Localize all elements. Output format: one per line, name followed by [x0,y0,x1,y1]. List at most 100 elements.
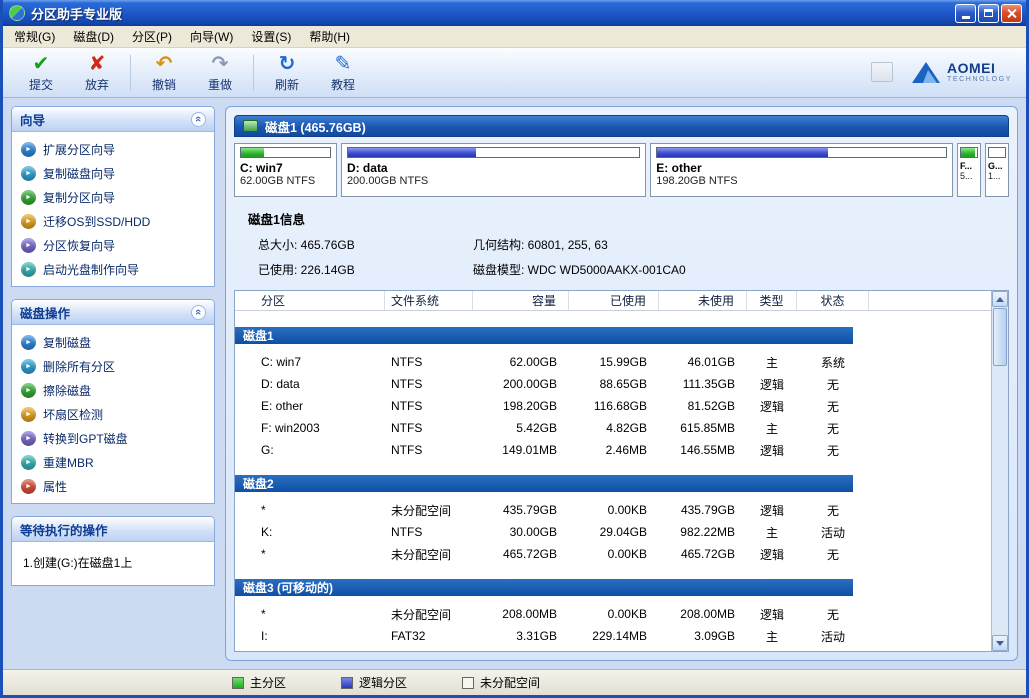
collapse-chevron-icon[interactable] [191,112,206,127]
toolbar-button[interactable]: ↻ 刷新 [259,50,315,96]
sidebar-item-label: 复制磁盘向导 [43,165,115,182]
sidebar-item-label: 复制磁盘 [43,334,91,351]
disk-group-header[interactable]: 磁盘3 (可移动的) [235,579,853,596]
sidebar-item-label: 启动光盘制作向导 [43,261,139,278]
partition-row[interactable]: C: win7 NTFS 62.00GB 15.99GB 46.01GB 主 系… [235,351,991,373]
vertical-scrollbar[interactable] [991,291,1008,651]
sidebar-item-icon [21,262,36,277]
sidebar-item-icon [21,238,36,253]
partition-block[interactable]: F... 5... [957,143,981,197]
sidebar-item-icon [21,214,36,229]
scroll-up-button[interactable] [992,291,1008,307]
pending-operations-items: 1.创建(G:)在磁盘1上 [12,542,214,585]
column-header[interactable]: 已使用 [569,291,659,310]
table-body: 磁盘1 C: win7 NTFS 62.00GB 15.99GB 46.01GB… [235,311,991,651]
partition-row[interactable]: G: NTFS 149.01MB 2.46MB 146.55MB 逻辑 无 [235,439,991,461]
disk-operations-panel-header[interactable]: 磁盘操作 [12,300,214,325]
pending-operation[interactable]: 1.创建(G:)在磁盘1上 [15,547,211,580]
column-header[interactable]: 分区 [235,291,385,310]
toolbar-button[interactable]: ✘ 放弃 [69,50,125,96]
pending-operations-panel-header[interactable]: 等待执行的操作 [12,517,214,542]
toolbar-button[interactable]: ✎ 教程 [315,50,371,96]
app-window: 分区助手专业版 常规(G)磁盘(D)分区(P)向导(W)设置(S)帮助(H) ✔… [0,0,1029,698]
sidebar-item[interactable]: 删除所有分区 [15,354,211,378]
menu-item[interactable]: 帮助(H) [300,25,359,48]
usage-bar [988,147,1006,158]
sidebar-item[interactable]: 擦除磁盘 [15,378,211,402]
toolbar-button[interactable]: ↷ 重做 [192,50,248,96]
partition-row[interactable]: F: win2003 NTFS 5.42GB 4.82GB 615.85MB 主… [235,417,991,439]
column-header[interactable] [869,291,991,310]
disk-info-title: 磁盘1信息 [248,209,995,228]
sidebar-item[interactable]: 复制分区向导 [15,185,211,209]
aomei-logo: AOMEI TECHNOLOGY [911,61,1012,84]
usage-bar [656,147,947,158]
sidebar-item-icon [21,335,36,350]
sidebar-item[interactable]: 复制磁盘 [15,330,211,354]
menu-item[interactable]: 向导(W) [181,25,242,48]
minimize-button[interactable] [955,4,976,23]
commit-icon: ✔ [33,52,50,76]
partition-block[interactable]: C: win7 62.00GB NTFS [234,143,337,197]
sidebar-item-icon [21,383,36,398]
pending-operations-panel-title: 等待执行的操作 [20,520,206,539]
partition-block[interactable]: D: data 200.00GB NTFS [341,143,646,197]
wizard-panel-header[interactable]: 向导 [12,107,214,132]
column-header[interactable]: 文件系统 [385,291,473,310]
sidebar-item[interactable]: 启动光盘制作向导 [15,257,211,281]
sidebar-item-icon [21,190,36,205]
wizard-panel-title: 向导 [20,110,185,129]
partition-block[interactable]: E: other 198.20GB NTFS [650,143,953,197]
scrollbar-thumb[interactable] [993,308,1007,366]
disk-group-header[interactable]: 磁盘1 [235,327,853,344]
partition-name: G... [988,161,1006,171]
disk1-strip-header[interactable]: 磁盘1 (465.76GB) [234,115,1009,137]
logo-name: AOMEI [947,61,1012,76]
sidebar-item[interactable]: 分区恢复向导 [15,233,211,257]
collapse-chevron-icon[interactable] [191,305,206,320]
toolbar-button[interactable]: ↶ 撤销 [136,50,192,96]
partition-row[interactable]: E: other NTFS 198.20GB 116.68GB 81.52GB … [235,395,991,417]
menu-item[interactable]: 设置(S) [242,25,300,48]
partition-row[interactable]: * 未分配空间 465.72GB 0.00KB 465.72GB 逻辑 无 [235,543,991,565]
sidebar-item[interactable]: 属性 [15,474,211,498]
maximize-button[interactable] [978,4,999,23]
close-button[interactable] [1001,4,1022,23]
sidebar-item[interactable]: 坏扇区检测 [15,402,211,426]
sidebar-item[interactable]: 扩展分区向导 [15,137,211,161]
menu-item[interactable]: 常规(G) [5,25,64,48]
toolbar-right: AOMEI TECHNOLOGY [871,61,1016,84]
sidebar-item[interactable]: 迁移OS到SSD/HDD [15,209,211,233]
column-header[interactable]: 容量 [473,291,569,310]
sidebar-item[interactable]: 复制磁盘向导 [15,161,211,185]
usage-fill [348,148,476,157]
sidebar-item-label: 重建MBR [43,454,94,471]
menu-item[interactable]: 分区(P) [123,25,181,48]
partition-row[interactable]: * 未分配空间 208.00MB 0.00KB 208.00MB 逻辑 无 [235,603,991,625]
table-header-row: 分区文件系统容量已使用未使用类型状态 [235,291,991,311]
sidebar-item[interactable]: 重建MBR [15,450,211,474]
toolbar-button[interactable]: ✔ 提交 [13,50,69,96]
usage-bar [347,147,640,158]
partition-name: F... [960,161,978,171]
sidebar-item-label: 坏扇区检测 [43,406,103,423]
partition-row[interactable]: D: data NTFS 200.00GB 88.65GB 111.35GB 逻… [235,373,991,395]
menu-item[interactable]: 磁盘(D) [64,25,123,48]
partition-row[interactable]: I: FAT32 3.31GB 229.14MB 3.09GB 主 活动 [235,625,991,647]
toolbar-buttons: ✔ 提交 ✘ 放弃 ↶ 撤销 ↷ 重做 ↻ 刷新 ✎ 教程 [13,50,371,96]
partition-row[interactable]: K: NTFS 30.00GB 29.04GB 982.22MB 主 活动 [235,521,991,543]
scroll-down-button[interactable] [992,635,1008,651]
disk1-partition-map: C: win7 62.00GB NTFS D: data 200.00GB NT… [234,143,1009,197]
column-header[interactable]: 状态 [797,291,869,310]
scrollbar-track[interactable] [992,367,1008,635]
sidebar-item-label: 迁移OS到SSD/HDD [43,213,150,230]
column-header[interactable]: 未使用 [659,291,747,310]
disk-group-header[interactable]: 磁盘2 [235,475,853,492]
partition-row[interactable]: * 未分配空间 435.79GB 0.00KB 435.79GB 逻辑 无 [235,499,991,521]
partition-name: C: win7 [240,161,331,175]
minimize-icon [962,16,970,19]
column-header[interactable]: 类型 [747,291,797,310]
legend-item: 主分区 [232,674,286,691]
partition-block[interactable]: G... 1... [985,143,1009,197]
sidebar-item[interactable]: 转换到GPT磁盘 [15,426,211,450]
